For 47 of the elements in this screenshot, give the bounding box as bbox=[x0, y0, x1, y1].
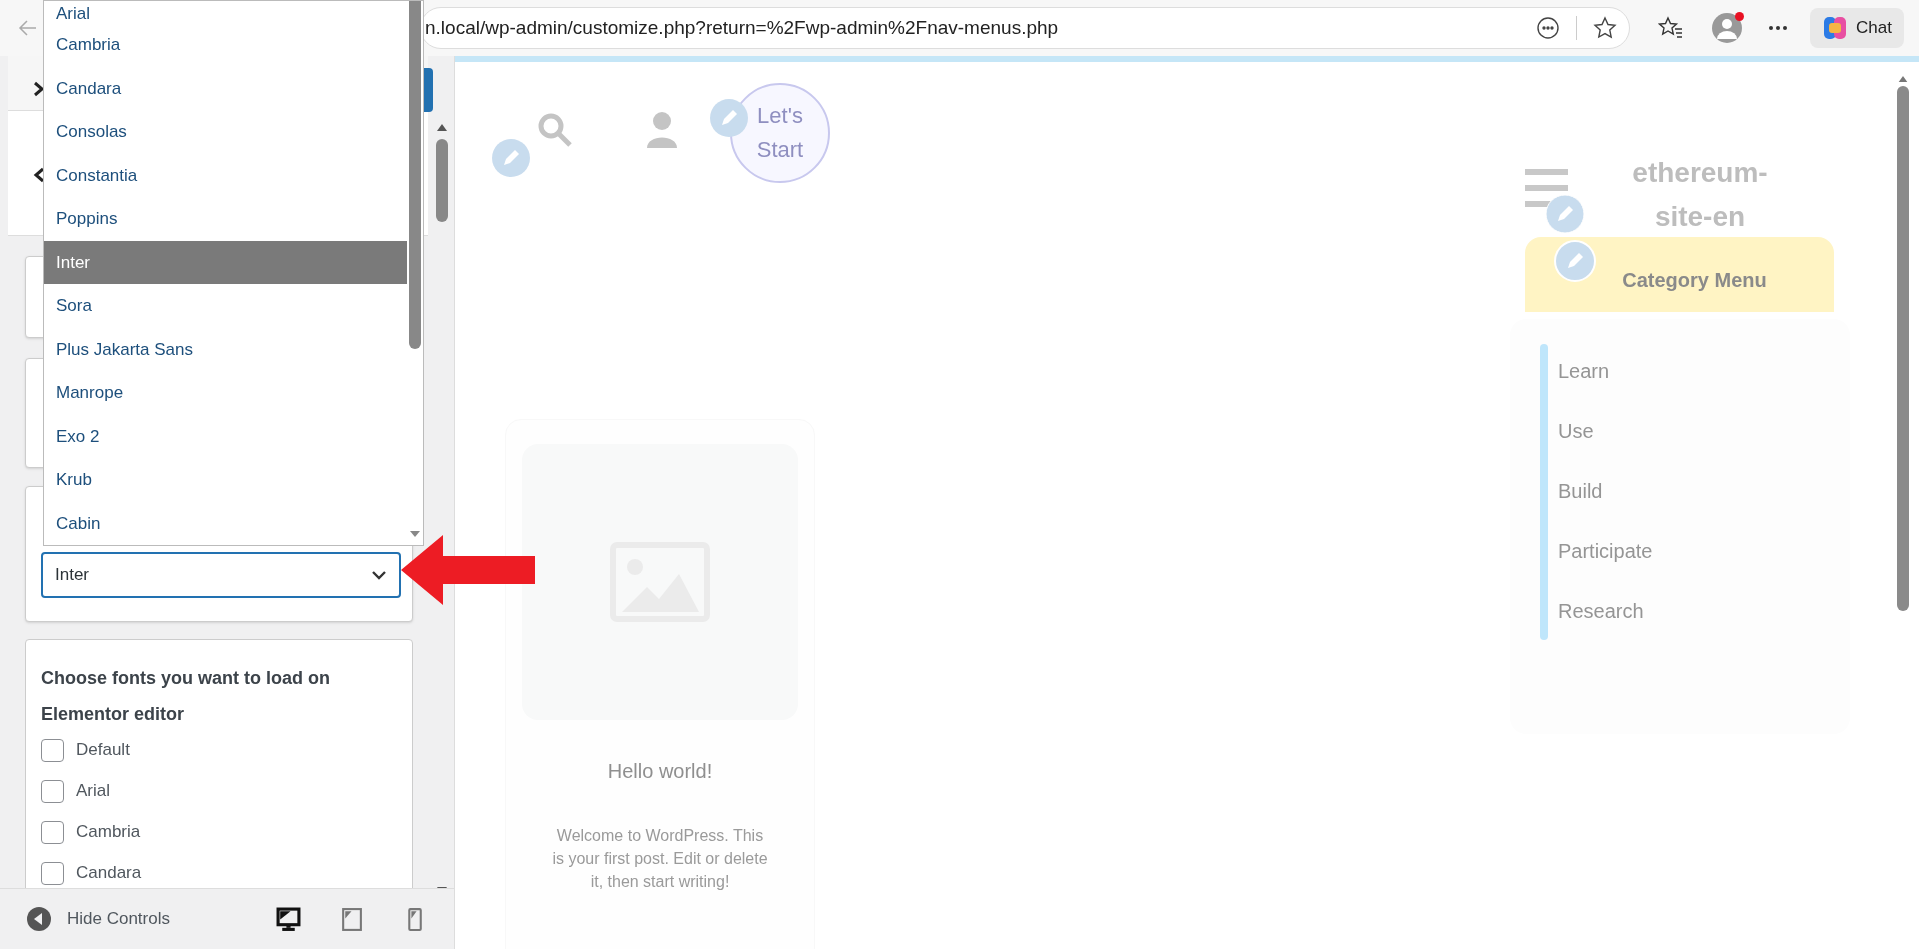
category-menu-title: Category Menu bbox=[1622, 267, 1767, 293]
dropdown-option[interactable]: Candara bbox=[44, 66, 407, 110]
checkbox-label: Default bbox=[76, 739, 130, 762]
hide-controls-button[interactable]: Hide Controls bbox=[27, 906, 170, 932]
star-icon[interactable] bbox=[1593, 16, 1617, 40]
back-chevron-icon[interactable] bbox=[33, 167, 45, 183]
dropdown-option[interactable]: Sora bbox=[44, 284, 407, 328]
favorites-icon[interactable] bbox=[1658, 16, 1684, 40]
checkbox-label: Candara bbox=[76, 862, 142, 885]
copilot-icon bbox=[1822, 15, 1848, 41]
more-options-icon[interactable] bbox=[1536, 16, 1560, 40]
checkbox[interactable] bbox=[41, 861, 64, 885]
dropdown-option[interactable]: Manrope bbox=[44, 371, 407, 415]
card-title: Choose fonts you want to load on Elementor editor bbox=[41, 667, 331, 726]
scroll-up-icon[interactable] bbox=[1898, 76, 1908, 82]
chevron-down-icon bbox=[371, 570, 387, 580]
dropdown-option[interactable]: Arial bbox=[44, 1, 407, 23]
checkbox-label: Arial bbox=[76, 780, 110, 803]
checkbox[interactable] bbox=[41, 820, 64, 844]
checkbox-label: Cambria bbox=[76, 821, 141, 844]
search-icon[interactable] bbox=[537, 112, 573, 148]
dropdown-option[interactable]: Krub bbox=[44, 458, 407, 502]
user-icon[interactable] bbox=[646, 112, 678, 148]
scrollbar-thumb[interactable] bbox=[436, 139, 448, 222]
dropdown-option[interactable]: Inter bbox=[44, 240, 407, 284]
post-excerpt: Welcome to WordPress. This is your first post. Edit or delete it, then start writing! bbox=[552, 826, 768, 892]
dropdown-option[interactable]: Cambria bbox=[44, 23, 407, 67]
scroll-down-icon[interactable] bbox=[410, 531, 420, 537]
dropdown-option[interactable]: Exo 2 bbox=[44, 414, 407, 458]
dropdown-option[interactable]: Poppins bbox=[44, 197, 407, 241]
url-text: n.local/wp-admin/customize.php?return=%2Fwp-admin%2Fnav-menus.php bbox=[425, 15, 1059, 40]
dropdown-option[interactable]: Constantia bbox=[44, 153, 407, 197]
more-icon[interactable] bbox=[1768, 25, 1788, 31]
collapse-icon bbox=[27, 907, 51, 931]
dropdown-option[interactable]: Plus Jakarta Sans bbox=[44, 327, 407, 371]
checkbox[interactable] bbox=[41, 779, 64, 803]
checkbox[interactable] bbox=[41, 738, 64, 762]
tablet-icon[interactable] bbox=[339, 906, 364, 932]
dropdown-option[interactable]: Consolas bbox=[44, 110, 407, 154]
dropdown-option[interactable]: Cabin bbox=[44, 501, 407, 545]
scrollbar-thumb[interactable] bbox=[409, 1, 421, 349]
desktop-icon[interactable] bbox=[276, 906, 301, 932]
profile-avatar-icon[interactable] bbox=[1712, 13, 1742, 43]
scrollbar-thumb[interactable] bbox=[1897, 86, 1909, 611]
chat-button[interactable]: Chat bbox=[1810, 8, 1904, 48]
scroll-up-icon[interactable] bbox=[437, 124, 447, 131]
select-field[interactable]: Inter bbox=[41, 552, 401, 598]
